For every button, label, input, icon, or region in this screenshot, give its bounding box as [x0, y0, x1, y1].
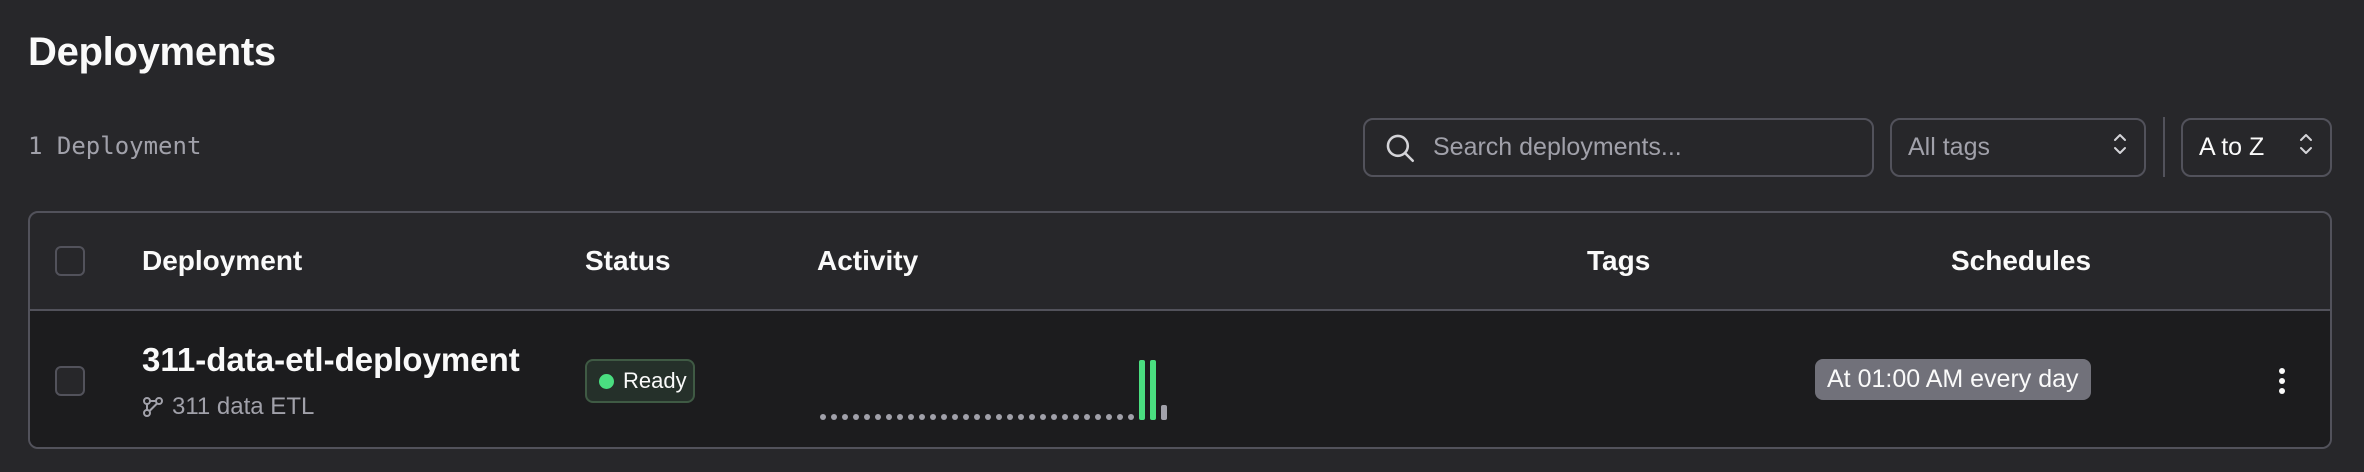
- activity-empty-slot: [908, 414, 914, 420]
- schedule-label: At 01:00 AM every day: [1827, 365, 2079, 393]
- table-row[interactable]: 311-data-etl-deployment 311 data ETL Rea…: [30, 311, 2330, 447]
- activity-empty-slot: [919, 414, 925, 420]
- deployment-name-link[interactable]: 311-data-etl-deployment: [142, 341, 520, 379]
- status-badge: Ready: [585, 359, 695, 403]
- activity-empty-slot: [941, 414, 947, 420]
- activity-empty-slot: [1106, 414, 1112, 420]
- activity-empty-slot: [1018, 414, 1024, 420]
- activity-sparkline: [820, 360, 1167, 420]
- activity-empty-slot: [1073, 414, 1079, 420]
- activity-empty-slot: [875, 414, 881, 420]
- activity-empty-slot: [1062, 414, 1068, 420]
- activity-run-bar[interactable]: [1139, 360, 1145, 420]
- more-options-icon[interactable]: [2266, 361, 2298, 401]
- deployments-table: Deployment Status Activity Tags Schedule…: [28, 211, 2332, 449]
- activity-empty-slot: [1117, 414, 1123, 420]
- tags-select[interactable]: All tags: [1890, 118, 2146, 177]
- activity-empty-slot: [897, 414, 903, 420]
- column-header-activity[interactable]: Activity: [817, 245, 918, 277]
- deployment-count: 1 Deployment: [28, 132, 202, 160]
- activity-empty-slot: [985, 414, 991, 420]
- status-dot: [599, 373, 614, 389]
- search-box[interactable]: [1363, 118, 1874, 177]
- activity-empty-slot: [820, 414, 826, 420]
- activity-empty-slot: [996, 414, 1002, 420]
- activity-empty-slot: [842, 414, 848, 420]
- activity-empty-slot: [952, 414, 958, 420]
- schedule-badge[interactable]: At 01:00 AM every day: [1815, 359, 2091, 400]
- page-title: Deployments: [28, 30, 276, 74]
- tags-select-value: All tags: [1908, 133, 1990, 161]
- activity-empty-slot: [864, 414, 870, 420]
- row-select-checkbox[interactable]: [55, 366, 85, 396]
- activity-empty-slot: [1040, 414, 1046, 420]
- activity-empty-slot: [974, 414, 980, 420]
- toolbar-divider: [2163, 117, 2165, 177]
- column-header-deployment[interactable]: Deployment: [142, 245, 302, 277]
- column-header-tags[interactable]: Tags: [1587, 245, 1650, 277]
- table-header: Deployment Status Activity Tags Schedule…: [30, 213, 2330, 311]
- flow-icon: [142, 396, 164, 418]
- search-input[interactable]: [1431, 132, 1855, 163]
- search-icon: [1383, 131, 1417, 165]
- activity-empty-slot: [1029, 414, 1035, 420]
- flow-name: 311 data ETL: [172, 393, 315, 420]
- sort-select-value: A to Z: [2199, 133, 2265, 161]
- activity-empty-slot: [963, 414, 969, 420]
- activity-run-bar[interactable]: [1150, 360, 1156, 420]
- activity-empty-slot: [1051, 414, 1057, 420]
- status-label: Ready: [623, 368, 687, 393]
- chevron-up-down-icon: [2298, 131, 2314, 164]
- activity-empty-slot: [831, 414, 837, 420]
- column-header-schedules[interactable]: Schedules: [1951, 245, 2091, 277]
- activity-run-bar[interactable]: [1161, 405, 1167, 420]
- activity-empty-slot: [1128, 414, 1134, 420]
- activity-empty-slot: [853, 414, 859, 420]
- flow-link[interactable]: 311 data ETL: [142, 393, 314, 421]
- sort-select[interactable]: A to Z: [2181, 118, 2332, 177]
- select-all-checkbox[interactable]: [55, 246, 85, 276]
- activity-empty-slot: [1007, 414, 1013, 420]
- chevron-up-down-icon: [2112, 131, 2128, 164]
- activity-empty-slot: [1095, 414, 1101, 420]
- activity-empty-slot: [930, 414, 936, 420]
- activity-empty-slot: [1084, 414, 1090, 420]
- column-header-status[interactable]: Status: [585, 245, 671, 277]
- activity-empty-slot: [886, 414, 892, 420]
